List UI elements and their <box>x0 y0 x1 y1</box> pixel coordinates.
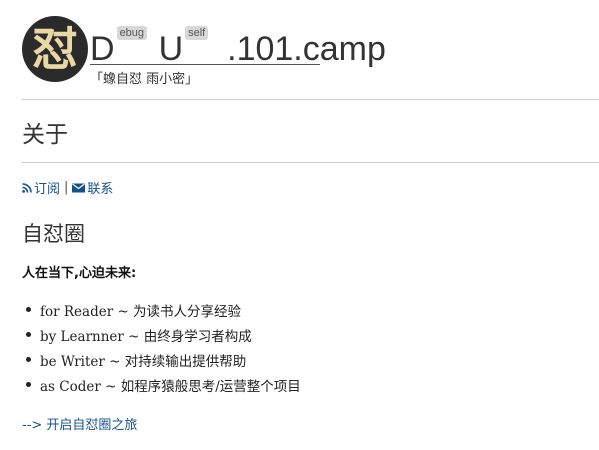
subscribe-link[interactable]: 订阅 <box>22 178 60 197</box>
title-underline <box>90 64 320 65</box>
site-title-domain: .101.camp <box>227 30 386 68</box>
title-superscript-self: self <box>185 26 209 40</box>
page-title: 关于 <box>22 122 68 148</box>
subscribe-contact-links: 订阅 | 联系 <box>22 178 113 197</box>
site-tagline: 「蟓自怼 雨小密」 <box>90 72 199 87</box>
divider-top <box>22 99 599 100</box>
list-item: by Learnner ~ 由终身学习者构成 <box>22 322 301 347</box>
bullet <box>26 332 31 337</box>
list-item-text: for Reader ~ 为读书人分享经验 <box>40 303 242 320</box>
site-title-d: D <box>90 30 115 68</box>
list-item: as Coder ~ 如程序猿般思考/运营整个项目 <box>22 372 301 397</box>
site-title-u: U <box>158 30 184 68</box>
mail-icon <box>72 183 86 192</box>
contact-link[interactable]: 联系 <box>72 178 113 197</box>
rss-icon <box>22 182 32 193</box>
section-motto: 人在当下,心迫未来: <box>22 266 137 281</box>
subscribe-label: 订阅 <box>34 182 61 197</box>
section-title: 自怼圈 <box>22 222 85 246</box>
bullet <box>26 307 31 312</box>
site-header: 怼 D ebug U self .101.camp 「蟓自怼 雨小密」 <box>22 16 599 87</box>
start-journey-link[interactable]: --> 开启自怼圈之旅 <box>22 414 137 433</box>
site-logo[interactable]: 怼 <box>22 16 88 82</box>
link-separator: | <box>64 180 69 195</box>
bullet <box>26 357 31 362</box>
bullet <box>26 382 31 387</box>
divider-title <box>22 162 599 163</box>
site-title[interactable]: D ebug U self .101.camp <box>90 22 386 66</box>
list-item-text: be Writer ~ 对持续输出提供帮助 <box>40 353 247 370</box>
list-item-text: by Learnner ~ 由终身学习者构成 <box>40 328 252 345</box>
list-item: be Writer ~ 对持续输出提供帮助 <box>22 347 301 372</box>
title-gap-2: self <box>183 26 227 66</box>
contact-label: 联系 <box>87 182 114 197</box>
title-gap-1: ebug <box>115 26 159 66</box>
feature-list: for Reader ~ 为读书人分享经验 by Learnner ~ 由终身学… <box>22 297 301 397</box>
title-superscript-ebug: ebug <box>116 26 148 40</box>
list-item-text: as Coder ~ 如程序猿般思考/运营整个项目 <box>40 378 301 395</box>
list-item: for Reader ~ 为读书人分享经验 <box>22 297 301 322</box>
